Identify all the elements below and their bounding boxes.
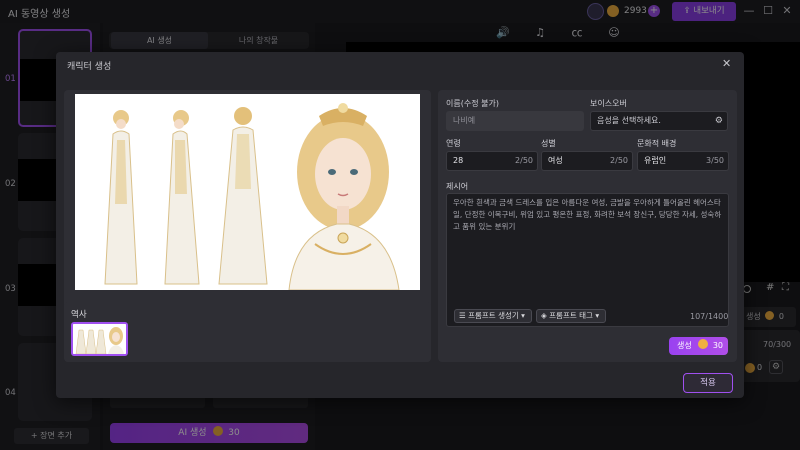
chevron-down-icon: ▾ [592, 311, 600, 320]
age-field[interactable]: 28 2/50 [446, 151, 538, 171]
character-generate-button[interactable]: 생성 30 [669, 337, 728, 355]
prompt-tag-label: 프롬프트 태그 [549, 311, 593, 320]
apply-button[interactable]: 적용 [683, 373, 733, 393]
gender-field[interactable]: 여성 2/50 [541, 151, 633, 171]
voiceover-select[interactable]: 음성을 선택하세요. ⚙ [590, 111, 728, 131]
culture-count: 3/50 [706, 156, 724, 165]
culture-label: 문화적 배경 [637, 139, 677, 148]
history-thumbnail-illustration [73, 324, 126, 354]
tag-icon: ◈ [541, 311, 550, 320]
gear-icon[interactable]: ⚙ [715, 112, 723, 130]
gender-count: 2/50 [610, 156, 628, 165]
prompt-textarea[interactable]: 우아한 흰색과 금색 드레스를 입은 아름다운 여성, 금발을 우아하게 틀어올… [446, 193, 729, 327]
voiceover-placeholder: 음성을 선택하세요. [597, 116, 661, 125]
history-thumbnail[interactable] [71, 322, 128, 356]
prompt-text: 우아한 흰색과 금색 드레스를 입은 아름다운 여성, 금발을 우아하게 틀어올… [453, 198, 722, 231]
name-field: 나비예 [446, 111, 584, 131]
character-reference-image [75, 94, 420, 290]
age-label: 연령 [446, 139, 461, 148]
chevron-down-icon: ▾ [518, 311, 525, 320]
modal-title: 캐릭터 생성 [67, 62, 112, 72]
age-count: 2/50 [515, 156, 533, 165]
gender-label: 성별 [541, 139, 556, 148]
coin-icon [698, 339, 709, 349]
prompt-generator-icon: ☰ [459, 311, 469, 320]
character-generate-label: 생성 [677, 341, 692, 350]
history-label: 역사 [71, 310, 87, 320]
culture-field[interactable]: 유럽인 3/50 [637, 151, 729, 171]
character-sheet-illustration [75, 94, 420, 290]
prompt-generator-label: 프롬프트 생성기 [468, 311, 519, 320]
gender-value: 여성 [548, 156, 563, 165]
culture-value: 유럽인 [644, 156, 667, 165]
close-icon[interactable]: ✕ [722, 57, 731, 70]
prompt-char-count: 107/1400 [690, 312, 729, 321]
age-value: 28 [453, 156, 464, 165]
prompt-generator-button[interactable]: ☰ 프롬프트 생성기 ▾ [454, 309, 532, 323]
prompt-label: 제시어 [446, 182, 469, 191]
voiceover-label: 보이스오버 [590, 99, 627, 108]
name-label: 이름(수정 불가) [446, 99, 499, 108]
prompt-tag-button[interactable]: ◈ 프롬프트 태그 ▾ [536, 309, 606, 323]
character-generate-cost: 30 [712, 341, 724, 350]
